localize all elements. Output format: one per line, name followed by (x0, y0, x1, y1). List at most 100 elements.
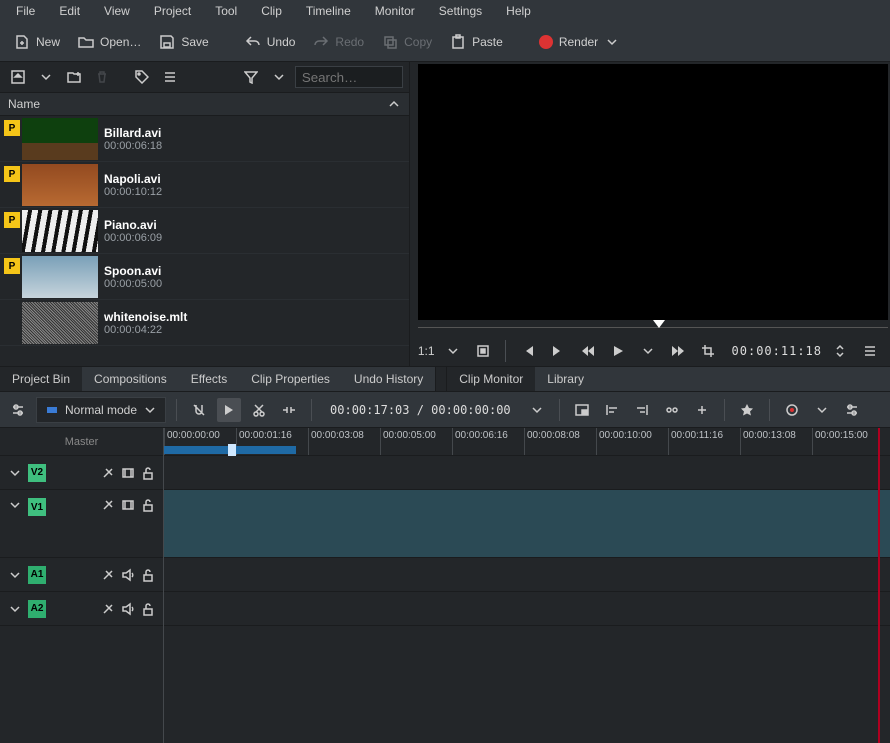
new-button[interactable]: New (6, 30, 68, 54)
chevron-down-icon[interactable] (34, 65, 58, 89)
play-icon[interactable] (606, 339, 630, 363)
effects-off-icon[interactable] (101, 466, 115, 480)
chevron-down-icon[interactable] (8, 568, 22, 582)
bin-column-header[interactable]: Name (0, 92, 409, 116)
rewind-icon[interactable] (576, 339, 600, 363)
save-button[interactable]: Save (151, 30, 216, 54)
paste-button[interactable]: Paste (442, 30, 511, 54)
crop-icon[interactable] (696, 339, 720, 363)
align-right-icon[interactable] (630, 398, 654, 422)
filmstrip-icon[interactable] (121, 498, 135, 512)
folder-add-icon[interactable] (62, 65, 86, 89)
pointer-tool-icon[interactable] (217, 398, 241, 422)
track-lane[interactable] (164, 490, 890, 558)
clip-item[interactable]: PSpoon.avi00:00:05:00 (0, 254, 409, 300)
menu-edit[interactable]: Edit (47, 1, 92, 21)
clip-item[interactable]: whitenoise.mlt00:00:04:22 (0, 300, 409, 346)
playhead-icon[interactable] (653, 320, 665, 328)
hamburger-icon[interactable] (858, 339, 882, 363)
tab-clip-properties[interactable]: Clip Properties (239, 367, 342, 391)
menu-project[interactable]: Project (142, 1, 203, 21)
search-input[interactable] (295, 66, 403, 88)
render-button[interactable]: Render (531, 30, 628, 54)
lock-icon[interactable] (141, 568, 155, 582)
menu-timeline[interactable]: Timeline (294, 1, 363, 21)
tag-icon[interactable] (130, 65, 154, 89)
redo-button[interactable]: Redo (305, 30, 372, 54)
trash-icon[interactable] (90, 65, 114, 89)
marker2-icon[interactable] (690, 398, 714, 422)
fast-forward-icon[interactable] (666, 339, 690, 363)
monitor-timecode[interactable]: 00:00:11:18 (732, 344, 822, 358)
lock-icon[interactable] (141, 498, 155, 512)
timeline-playhead[interactable] (878, 428, 880, 743)
list-icon[interactable] (158, 65, 182, 89)
chevron-down-icon[interactable] (8, 466, 22, 480)
timeline-body[interactable]: 00:00:00:0000:00:01:1600:00:03:0800:00:0… (164, 428, 890, 743)
zone-handle[interactable] (228, 444, 236, 456)
chevron-down-icon[interactable] (525, 398, 549, 422)
menu-clip[interactable]: Clip (249, 1, 294, 21)
chevron-down-icon[interactable] (810, 398, 834, 422)
track-lane[interactable] (164, 456, 890, 490)
lock-icon[interactable] (141, 602, 155, 616)
monitor-viewport[interactable] (418, 64, 888, 320)
go-end-icon[interactable] (546, 339, 570, 363)
tab-undo-history[interactable]: Undo History (342, 367, 435, 391)
tab-clip-monitor[interactable]: Clip Monitor (447, 367, 535, 391)
chevron-down-icon[interactable] (8, 602, 22, 616)
master-label[interactable]: Master (0, 428, 163, 456)
undo-button[interactable]: Undo (237, 30, 304, 54)
record-icon[interactable] (780, 398, 804, 422)
track-header[interactable]: V1 (0, 490, 163, 558)
marker1-icon[interactable] (660, 398, 684, 422)
tab-library[interactable]: Library (535, 367, 596, 391)
razor-tool-icon[interactable] (247, 398, 271, 422)
chevron-down-icon[interactable] (441, 339, 465, 363)
pip-icon[interactable] (570, 398, 594, 422)
clip-item[interactable]: PBillard.avi00:00:06:18 (0, 116, 409, 162)
filter-icon[interactable] (239, 65, 263, 89)
menu-file[interactable]: File (4, 1, 47, 21)
track-header[interactable]: A1 (0, 558, 163, 592)
chevron-down-icon[interactable] (636, 339, 660, 363)
effects-off-icon[interactable] (101, 568, 115, 582)
magnet-off-icon[interactable] (187, 398, 211, 422)
effects-off-icon[interactable] (101, 602, 115, 616)
chevron-down-icon[interactable] (267, 65, 291, 89)
frame-icon[interactable] (471, 339, 495, 363)
copy-button[interactable]: Copy (374, 30, 440, 54)
menu-monitor[interactable]: Monitor (363, 1, 427, 21)
track-lane[interactable] (164, 592, 890, 626)
timeline-ruler[interactable]: 00:00:00:0000:00:01:1600:00:03:0800:00:0… (164, 428, 890, 456)
zoom-level[interactable]: 1:1 (418, 344, 435, 358)
filmstrip-icon[interactable] (121, 466, 135, 480)
stepper-icon[interactable] (828, 339, 852, 363)
clip-item[interactable]: PNapoli.avi00:00:10:12 (0, 162, 409, 208)
settings-icon[interactable] (6, 398, 30, 422)
menu-tool[interactable]: Tool (203, 1, 249, 21)
spacer-tool-icon[interactable] (277, 398, 301, 422)
go-start-icon[interactable] (516, 339, 540, 363)
menu-view[interactable]: View (92, 1, 142, 21)
menu-help[interactable]: Help (494, 1, 543, 21)
sliders-icon[interactable] (840, 398, 864, 422)
align-left-icon[interactable] (600, 398, 624, 422)
tab-compositions[interactable]: Compositions (82, 367, 179, 391)
open-button[interactable]: Open… (70, 30, 149, 54)
speaker-icon[interactable] (121, 568, 135, 582)
clip-item[interactable]: PPiano.avi00:00:06:09 (0, 208, 409, 254)
tab-project-bin[interactable]: Project Bin (0, 367, 82, 391)
track-lane[interactable] (164, 558, 890, 592)
edit-mode-select[interactable]: Normal mode (36, 397, 166, 423)
effects-off-icon[interactable] (101, 498, 115, 512)
monitor-ruler[interactable] (418, 320, 888, 336)
speaker-icon[interactable] (121, 602, 135, 616)
tab-effects[interactable]: Effects (179, 367, 239, 391)
bin-menu-icon[interactable] (6, 65, 30, 89)
favorite-icon[interactable] (735, 398, 759, 422)
timeline-timecode[interactable]: 00:00:17:03 / 00:00:00:00 (322, 403, 519, 417)
chevron-down-icon[interactable] (8, 498, 22, 512)
track-header[interactable]: V2 (0, 456, 163, 490)
track-header[interactable]: A2 (0, 592, 163, 626)
